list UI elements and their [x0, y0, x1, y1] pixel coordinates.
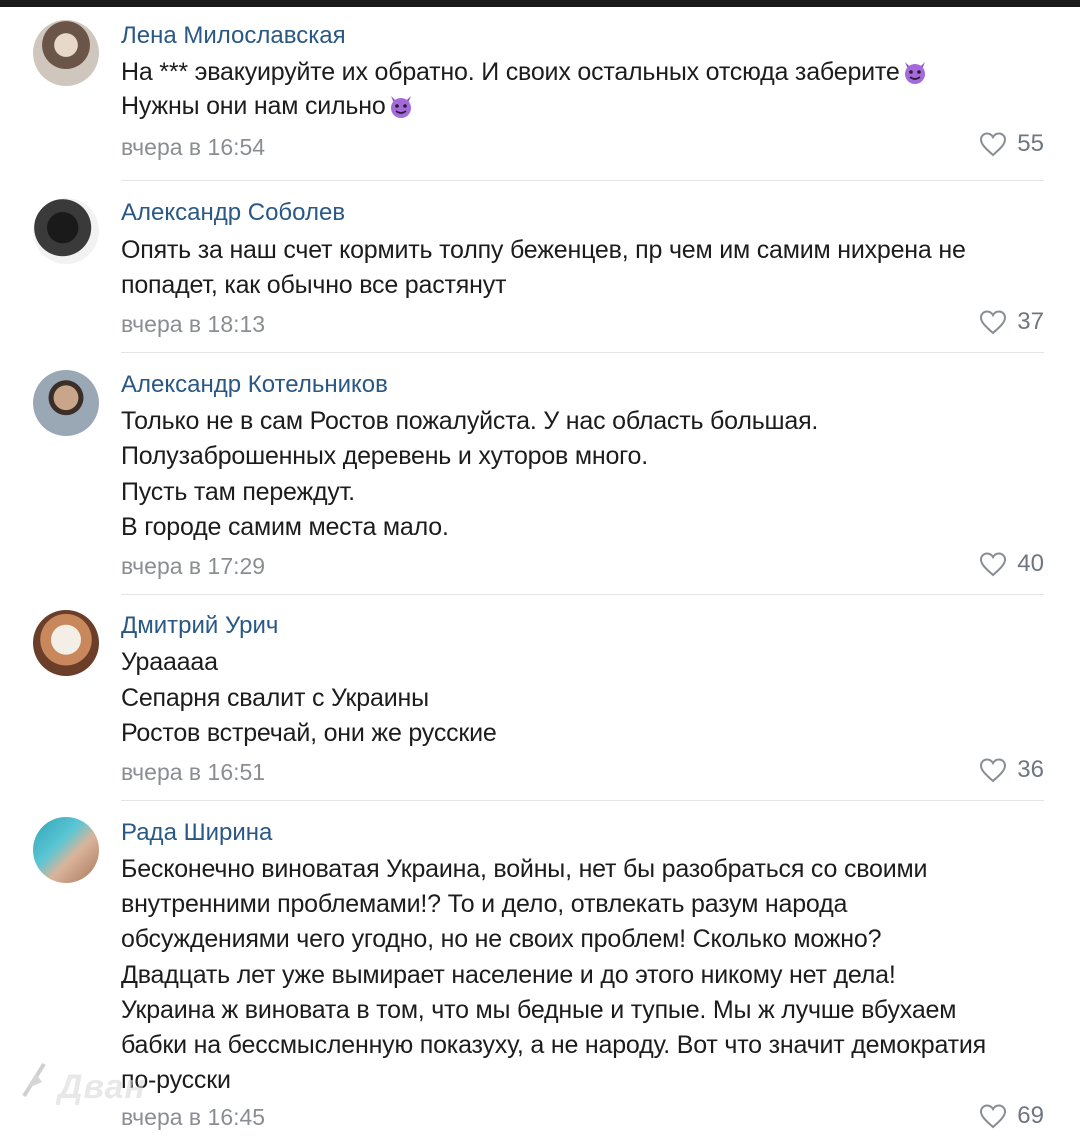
comment-text-line: Сепарня свалит с Украины — [121, 684, 429, 712]
avatar[interactable] — [33, 370, 99, 436]
comment-text-line: Урааааа — [121, 648, 218, 676]
like-count: 36 — [1017, 756, 1044, 783]
avatar[interactable] — [33, 817, 99, 883]
like-button[interactable]: 55 — [979, 130, 1044, 158]
like-count: 55 — [1017, 130, 1044, 157]
heart-icon — [980, 758, 1007, 783]
avatar[interactable] — [33, 198, 99, 264]
comment-author[interactable]: Александр Котельников — [121, 371, 388, 399]
divider — [121, 594, 1044, 595]
comment-author[interactable]: Лена Милославская — [121, 22, 346, 50]
like-count: 37 — [1017, 308, 1044, 335]
comment-text-line: Бесконечно виноватая Украина, войны, нет… — [121, 855, 928, 883]
comment-text-line: Пусть там переждут. — [121, 478, 355, 506]
watermark-text: Дван — [58, 1068, 147, 1106]
smiling-imp-icon — [390, 96, 411, 118]
smiling-imp-icon — [904, 62, 925, 84]
comment-text-line: На *** эвакуируйте их обратно. И своих о… — [121, 58, 928, 87]
comment-text-line: внутренними проблемами!? То и дело, отвл… — [121, 890, 848, 918]
comment-text-line: Только не в сам Ростов пожалуйста. У нас… — [121, 407, 819, 435]
comment-text-line: Ростов встречай, они же русские — [121, 719, 497, 747]
comment-timestamp[interactable]: вчера в 17:29 — [121, 553, 265, 580]
comment-text-line: попадет, как обычно все растянут — [121, 271, 507, 299]
divider — [121, 800, 1044, 801]
comment-author[interactable]: Дмитрий Урич — [121, 612, 278, 640]
heart-icon — [980, 1104, 1007, 1129]
comment-text-line: обсуждениями чего угодно, но не своих пр… — [121, 925, 882, 953]
comment-text-line: бабки на бессмысленную показуху, а не на… — [121, 1031, 986, 1059]
like-button[interactable]: 37 — [979, 308, 1044, 336]
comment-timestamp[interactable]: вчера в 18:13 — [121, 311, 265, 338]
comment-timestamp[interactable]: вчера в 16:45 — [121, 1104, 265, 1131]
heart-icon — [980, 552, 1007, 577]
avatar[interactable] — [33, 610, 99, 676]
like-button[interactable]: 36 — [979, 756, 1044, 784]
comment-author[interactable]: Рада Ширина — [121, 819, 272, 847]
watermark-logo-icon — [22, 1062, 46, 1098]
heart-icon — [980, 310, 1007, 335]
heart-icon — [980, 132, 1007, 157]
divider — [121, 352, 1044, 353]
like-button[interactable]: 40 — [979, 550, 1044, 578]
comment-text-line: Украина ж виновата в том, что мы бедные … — [121, 996, 957, 1024]
like-count: 40 — [1017, 550, 1044, 577]
like-count: 69 — [1017, 1102, 1044, 1129]
comment-text-line: Двадцать лет уже вымирает население и до… — [121, 961, 896, 989]
divider — [121, 180, 1044, 181]
comment-text-line: Опять за наш счет кормить толпу беженцев… — [121, 236, 966, 264]
like-button[interactable]: 69 — [979, 1102, 1044, 1130]
comment-timestamp[interactable]: вчера в 16:51 — [121, 759, 265, 786]
comment-text-line: Полузаброшенных деревень и хуторов много… — [121, 442, 649, 470]
comment-text-line: В городе самим места мало. — [121, 513, 449, 541]
top-edge-bar — [0, 0, 1080, 7]
comment-timestamp[interactable]: вчера в 16:54 — [121, 134, 265, 161]
comment-text-line: Нужны они нам сильно — [121, 92, 414, 121]
avatar[interactable] — [33, 20, 99, 86]
comment-author[interactable]: Александр Соболев — [121, 199, 345, 227]
